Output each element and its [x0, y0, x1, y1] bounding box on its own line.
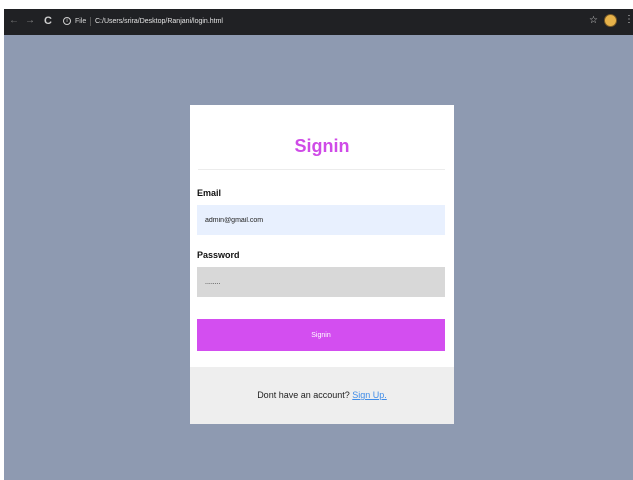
signup-link[interactable]: Sign Up.	[352, 390, 387, 400]
page-title: Signin	[294, 136, 350, 156]
forward-arrow-icon[interactable]: →	[24, 15, 36, 27]
star-icon[interactable]: ☆	[589, 15, 598, 26]
title-divider	[198, 169, 445, 170]
password-field[interactable]	[197, 267, 445, 297]
avatar[interactable]	[604, 14, 617, 27]
back-arrow-icon[interactable]: ←	[8, 15, 20, 27]
file-label: File	[75, 18, 87, 25]
signin-button[interactable]: Signin	[197, 319, 445, 351]
menu-dots-icon[interactable]: ⋮	[624, 15, 633, 25]
email-label: Email	[197, 188, 222, 198]
password-label: Password	[197, 250, 240, 260]
signup-footer: Dont have an account? Sign Up.	[190, 367, 454, 424]
browser-toolbar: ← → C i File C:/Users/srira/Desktop/Ranj…	[4, 9, 633, 35]
signup-prompt: Dont have an account?	[257, 390, 350, 400]
browser-window: ← → C i File C:/Users/srira/Desktop/Ranj…	[4, 9, 633, 480]
address-separator	[90, 17, 91, 26]
email-field[interactable]	[197, 205, 445, 235]
address-bar[interactable]: C:/Users/srira/Desktop/Ranjani/login.htm…	[95, 17, 223, 26]
signin-card: Signin Email Password Signin Dont have a…	[190, 105, 454, 424]
info-icon[interactable]: i	[63, 17, 71, 25]
reload-icon[interactable]: C	[42, 15, 54, 27]
